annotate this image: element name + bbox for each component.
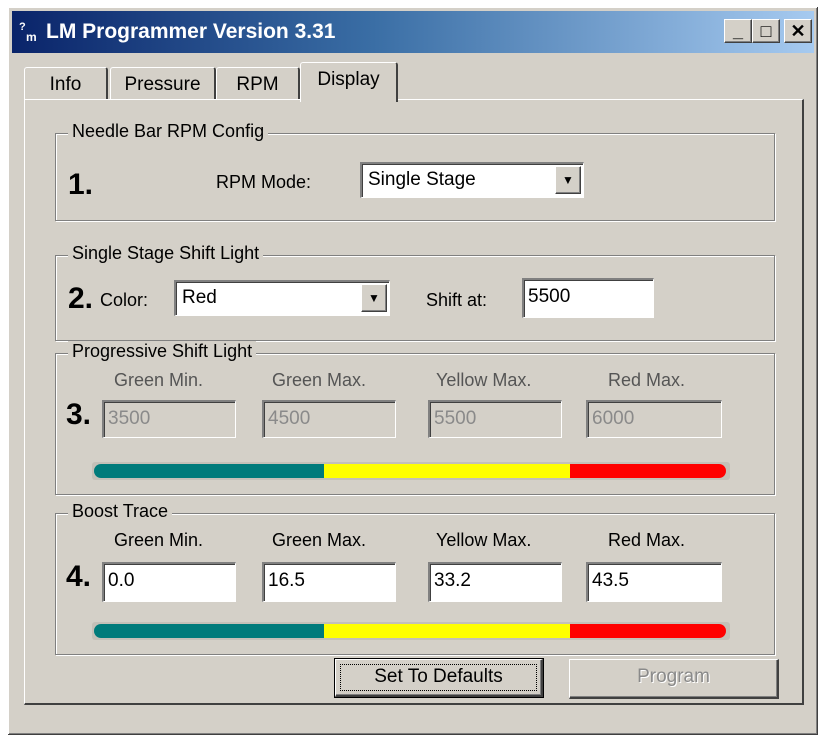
boost-green-max-input[interactable]: 16.5: [262, 562, 396, 602]
single-stage-group: Single Stage Shift Light 2. Color: Red ▼…: [55, 243, 775, 341]
needle-bar-legend: Needle Bar RPM Config: [68, 121, 269, 142]
progressive-header-green-max: Green Max.: [272, 370, 367, 390]
tab-info[interactable]: Info: [24, 67, 108, 101]
color-label: Color:: [100, 290, 149, 310]
display-tab-panel: Needle Bar RPM Config 1. RPM Mode: Singl…: [24, 99, 804, 705]
title-bar[interactable]: ? m LM Programmer Version 3.31 _ □ ✕: [12, 11, 814, 53]
minimize-icon: _: [732, 21, 743, 41]
progressive-legend: Progressive Shift Light: [68, 341, 257, 362]
svg-text:m: m: [26, 30, 37, 44]
progressive-green-max-input: 4500: [262, 400, 396, 438]
boost-red-max-input[interactable]: 43.5: [586, 562, 722, 602]
program-button[interactable]: Program: [569, 659, 779, 699]
close-icon: ✕: [790, 21, 806, 41]
progressive-bar-green: [94, 464, 324, 478]
progressive-header-red-max: Red Max.: [608, 370, 686, 390]
boost-trace-group: Boost Trace Green Min. Green Max. Yellow…: [55, 501, 775, 655]
boost-header-red-max: Red Max.: [608, 530, 686, 550]
tab-display[interactable]: Display: [300, 62, 398, 102]
set-to-defaults-button[interactable]: Set To Defaults: [334, 658, 544, 698]
shift-at-input[interactable]: 5500: [522, 278, 654, 318]
step-1-label: 1.: [68, 168, 94, 201]
boost-color-bar: [94, 624, 726, 638]
program-label: Program: [637, 666, 710, 687]
tab-display-label: Display: [317, 69, 380, 90]
tab-pressure[interactable]: Pressure: [110, 67, 216, 101]
boost-bar-red: [570, 624, 726, 638]
progressive-green-min-input: 3500: [102, 400, 236, 438]
color-value: Red: [182, 287, 217, 308]
maximize-button[interactable]: □: [752, 19, 780, 43]
step-4-label: 4.: [66, 560, 92, 593]
svg-text:?: ?: [19, 21, 26, 33]
close-button[interactable]: ✕: [784, 19, 812, 43]
step-2-label: 2.: [68, 282, 94, 315]
boost-green-min-input[interactable]: 0.0: [102, 562, 236, 602]
progressive-group: Progressive Shift Light Green Min. Green…: [55, 341, 775, 495]
progressive-yellow-max-input: 5500: [428, 400, 562, 438]
rpm-mode-label: RPM Mode:: [216, 172, 312, 192]
progressive-header-green-min: Green Min.: [114, 370, 204, 390]
boost-header-green-max: Green Max.: [272, 530, 367, 550]
boost-bar-yellow: [324, 624, 570, 638]
progressive-red-max-input: 6000: [586, 400, 722, 438]
progressive-header-yellow-max: Yellow Max.: [436, 370, 532, 390]
color-select[interactable]: Red ▼: [174, 280, 390, 316]
app-icon: ? m: [18, 20, 42, 44]
app-logo-icon: ? m: [19, 21, 37, 44]
rpm-mode-value: Single Stage: [368, 169, 476, 190]
chevron-down-icon[interactable]: ▼: [555, 166, 581, 194]
window-title: LM Programmer Version 3.31: [46, 20, 336, 43]
shift-at-label: Shift at:: [426, 290, 488, 310]
chevron-down-icon[interactable]: ▼: [361, 284, 387, 312]
boost-bar-green: [94, 624, 324, 638]
tab-rpm-label: RPM: [236, 74, 279, 95]
tab-pressure-label: Pressure: [124, 74, 201, 95]
step-3-label: 3.: [66, 398, 92, 431]
progressive-bar-red: [570, 464, 726, 478]
tab-rpm[interactable]: RPM: [216, 67, 300, 101]
single-stage-legend: Single Stage Shift Light: [68, 243, 264, 264]
boost-yellow-max-input[interactable]: 33.2: [428, 562, 562, 602]
boost-header-yellow-max: Yellow Max.: [436, 530, 532, 550]
tab-info-label: Info: [49, 74, 82, 95]
minimize-button[interactable]: _: [724, 19, 752, 43]
rpm-mode-select[interactable]: Single Stage ▼: [360, 162, 584, 198]
boost-header-green-min: Green Min.: [114, 530, 204, 550]
needle-bar-group: Needle Bar RPM Config 1. RPM Mode: Singl…: [55, 121, 775, 221]
progressive-color-bar: [94, 464, 726, 478]
boost-trace-legend: Boost Trace: [68, 501, 173, 522]
maximize-icon: □: [760, 21, 772, 41]
progressive-bar-yellow: [324, 464, 570, 478]
focus-ring: [340, 664, 537, 691]
